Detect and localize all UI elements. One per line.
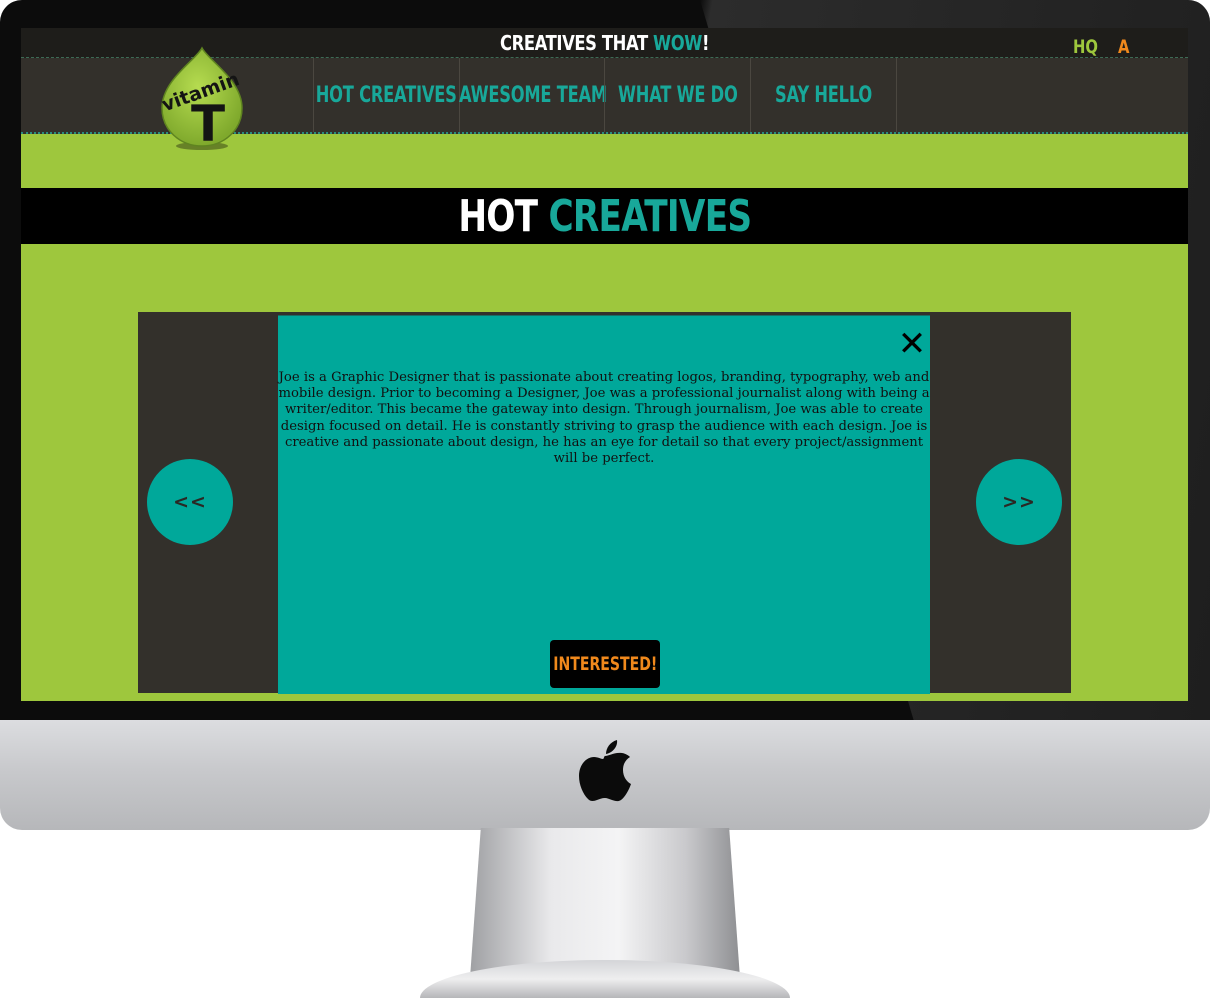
nav-say-hello[interactable]: SAY HELLO — [750, 58, 897, 132]
apple-logo-icon — [579, 740, 631, 802]
next-label: >> — [1002, 491, 1036, 513]
interested-label: INTERESTED! — [552, 653, 658, 675]
nav-label: SAY HELLO — [775, 82, 872, 108]
site-tagline: CREATIVES THAT WOW! — [126, 28, 1083, 57]
a-link[interactable]: A — [1118, 36, 1129, 58]
hq-link[interactable]: HQ — [1073, 36, 1098, 58]
logo-letter: T — [191, 95, 225, 152]
nav-label: HOT CREATIVES — [316, 82, 457, 108]
creatives-carousel: << ✕ Joe is a Graphic Designer that is p… — [138, 312, 1071, 694]
interested-button[interactable]: INTERESTED! — [550, 640, 660, 688]
prev-label: << — [173, 491, 207, 513]
vitamin-t-logo[interactable]: vitamin T — [158, 46, 248, 152]
next-button[interactable]: >> — [976, 459, 1062, 545]
monitor-stand — [470, 828, 740, 978]
nav-hot-creatives[interactable]: HOT CREATIVES — [313, 58, 459, 132]
tagline-highlight: WOW — [653, 31, 702, 55]
page-title: HOT CREATIVES — [21, 188, 1188, 244]
nav-label: AWESOME TEAM — [458, 82, 607, 108]
nav-awesome-team[interactable]: AWESOME TEAM — [458, 58, 607, 132]
tagline-suffix: ! — [701, 31, 710, 55]
section-title-bar: HOT CREATIVES — [21, 188, 1188, 244]
nav-what-we-do[interactable]: WHAT WE DO — [604, 58, 750, 132]
website-screen: CREATIVES THAT WOW! HQ A HOT CREATIVES A… — [21, 28, 1188, 701]
nav-label: WHAT WE DO — [617, 82, 738, 108]
prev-button[interactable]: << — [147, 459, 233, 545]
close-icon[interactable]: ✕ — [896, 327, 928, 361]
title-teal: CREATIVES — [548, 191, 752, 242]
title-white: HOT — [457, 191, 538, 242]
creative-bio-card: ✕ Joe is a Graphic Designer that is pass… — [278, 315, 930, 694]
tagline-prefix: CREATIVES THAT — [499, 31, 654, 55]
bio-text: Joe is a Graphic Designer that is passio… — [278, 370, 930, 467]
